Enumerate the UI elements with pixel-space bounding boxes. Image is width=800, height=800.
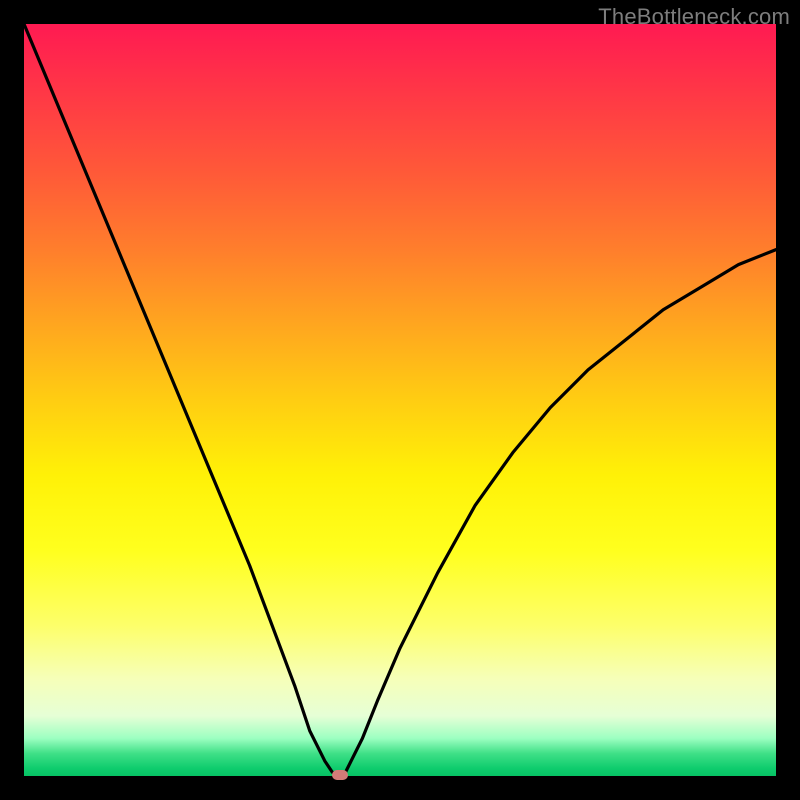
chart-frame: TheBottleneck.com <box>0 0 800 800</box>
bottleneck-curve <box>24 24 776 776</box>
chart-plot-area <box>24 24 776 776</box>
optimal-marker <box>332 770 348 780</box>
watermark-text: TheBottleneck.com <box>598 4 790 30</box>
